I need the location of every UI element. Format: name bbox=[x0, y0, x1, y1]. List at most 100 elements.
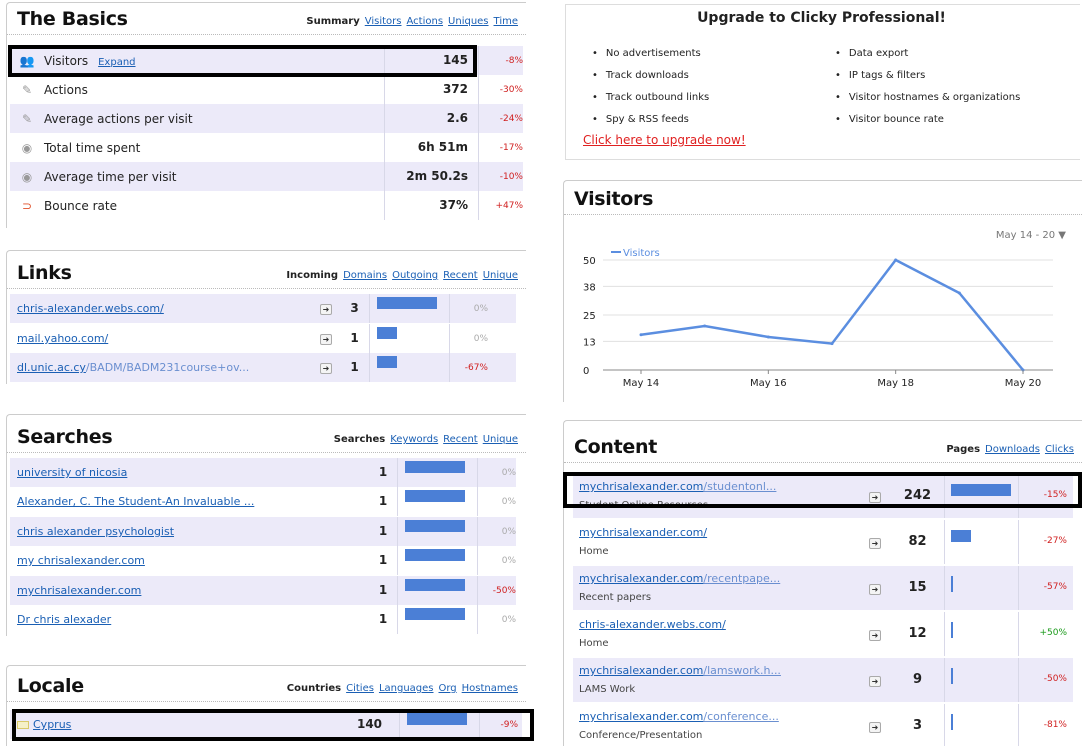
search-term[interactable]: Alexander, C. The Student-An Invaluable … bbox=[10, 495, 369, 508]
locale-header: Locale Countries Cities Languages Org Ho… bbox=[7, 666, 526, 702]
search-row[interactable]: Dr chris alexader 1 0% bbox=[10, 605, 516, 634]
go-arrow-icon[interactable]: ➜ bbox=[320, 302, 340, 315]
go-arrow-icon[interactable]: ➜ bbox=[869, 582, 881, 595]
locale-country[interactable]: Cyprus bbox=[10, 718, 340, 731]
content-domain[interactable]: mychrisalexander.com bbox=[579, 664, 703, 677]
content-url[interactable]: mychrisalexander.com/lamswork.h... bbox=[579, 664, 781, 677]
go-arrow-icon[interactable]: ➜ bbox=[320, 361, 340, 374]
content-domain[interactable]: mychrisalexander.com/ bbox=[579, 526, 707, 539]
content-title: Content bbox=[574, 436, 658, 458]
search-term[interactable]: university of nicosia bbox=[10, 466, 369, 479]
content-url[interactable]: mychrisalexander.com/recentpape... bbox=[579, 572, 780, 585]
content-separator bbox=[1018, 520, 1019, 564]
link-url[interactable]: mail.yahoo.com/ bbox=[10, 332, 320, 345]
search-term[interactable]: mychrisalexander.com bbox=[10, 584, 369, 597]
content-row[interactable]: mychrisalexander.com/recentpape... Recent… bbox=[573, 566, 1073, 610]
x-tick-label: May 18 bbox=[877, 378, 914, 389]
content-domain[interactable]: chris-alexander.webs.com/ bbox=[579, 618, 726, 631]
tab-languages[interactable]: Languages bbox=[379, 683, 434, 694]
content-url[interactable]: chris-alexander.webs.com/ bbox=[579, 618, 726, 631]
tab-pages[interactable]: Pages bbox=[946, 444, 980, 455]
upgrade-feature: Track outbound links bbox=[592, 92, 709, 103]
upgrade-link[interactable]: Click here to upgrade now! bbox=[583, 133, 746, 147]
content-url[interactable]: mychrisalexander.com/studentonl... bbox=[579, 480, 776, 493]
upgrade-feature: No advertisements bbox=[592, 48, 701, 59]
content-url[interactable]: mychrisalexander.com/conference... bbox=[579, 710, 779, 723]
tab-searches[interactable]: Searches bbox=[334, 434, 385, 445]
go-arrow-icon[interactable]: ➜ bbox=[869, 628, 881, 641]
tab-keywords[interactable]: Keywords bbox=[390, 434, 438, 445]
content-domain[interactable]: mychrisalexander.com bbox=[579, 480, 703, 493]
link-domain[interactable]: chris-alexander.webs.com/ bbox=[17, 302, 164, 315]
content-subtitle: Conference/Presentation bbox=[579, 730, 703, 741]
locale-row[interactable]: Cyprus 140 -9% bbox=[10, 710, 522, 739]
content-path[interactable]: /recentpape... bbox=[703, 572, 780, 585]
tab-org[interactable]: Org bbox=[439, 683, 457, 694]
tab-downloads[interactable]: Downloads bbox=[985, 444, 1040, 455]
content-bar bbox=[951, 668, 953, 684]
tab-uniques[interactable]: Uniques bbox=[448, 16, 488, 27]
tab-recent[interactable]: Recent bbox=[443, 270, 478, 281]
link-row[interactable]: mail.yahoo.com/ ➜ 1 0% bbox=[10, 324, 516, 353]
go-arrow-icon[interactable]: ➜ bbox=[869, 536, 881, 549]
search-row[interactable]: my chrisalexander.com 1 0% bbox=[10, 546, 516, 575]
search-count: 1 bbox=[369, 487, 399, 516]
basics-label: Bounce rate bbox=[44, 198, 117, 213]
link-path[interactable]: /BADM/BADM231course+ov... bbox=[86, 361, 249, 374]
links-header: Links Incoming Domains Outgoing Recent U… bbox=[7, 251, 526, 289]
content-domain[interactable]: mychrisalexander.com bbox=[579, 710, 703, 723]
basics-value: 145 bbox=[384, 46, 479, 75]
tab-outgoing[interactable]: Outgoing bbox=[392, 270, 438, 281]
search-row[interactable]: mychrisalexander.com 1 -50% bbox=[10, 576, 516, 605]
content-separator bbox=[1018, 566, 1019, 610]
tab-actions[interactable]: Actions bbox=[407, 16, 444, 27]
tab-countries[interactable]: Countries bbox=[287, 683, 341, 694]
tab-search-recent[interactable]: Recent bbox=[443, 434, 478, 445]
expand-link[interactable]: Expand bbox=[98, 57, 135, 68]
tab-domains[interactable]: Domains bbox=[343, 270, 387, 281]
tab-incoming[interactable]: Incoming bbox=[286, 270, 338, 281]
basics-change: -24% bbox=[499, 113, 523, 124]
go-arrow-icon[interactable]: ➜ bbox=[320, 332, 340, 345]
tab-summary[interactable]: Summary bbox=[306, 16, 359, 27]
link-row[interactable]: dl.unic.ac.cy/BADM/BADM231course+ov... ➜ 1… bbox=[10, 353, 516, 382]
search-term[interactable]: chris alexander psychologist bbox=[10, 525, 369, 538]
content-domain[interactable]: mychrisalexander.com bbox=[579, 572, 703, 585]
tab-time[interactable]: Time bbox=[494, 16, 518, 27]
tab-unique[interactable]: Unique bbox=[483, 270, 518, 281]
go-arrow-icon[interactable]: ➜ bbox=[869, 490, 881, 503]
content-row[interactable]: mychrisalexander.com/studentonl... Studen… bbox=[573, 474, 1073, 518]
tab-cities[interactable]: Cities bbox=[346, 683, 374, 694]
tab-clicks[interactable]: Clicks bbox=[1045, 444, 1074, 455]
content-change: -27% bbox=[1043, 536, 1067, 546]
tab-visitors[interactable]: Visitors bbox=[365, 16, 402, 27]
link-url[interactable]: dl.unic.ac.cy/BADM/BADM231course+ov... bbox=[10, 361, 320, 374]
tab-search-unique[interactable]: Unique bbox=[483, 434, 518, 445]
actions-icon: ✎ bbox=[21, 82, 33, 97]
content-row[interactable]: mychrisalexander.com/Home ➜ 82 -27% bbox=[573, 520, 1073, 564]
search-row[interactable]: university of nicosia 1 0% bbox=[10, 458, 516, 487]
upgrade-feature: IP tags & filters bbox=[835, 70, 925, 81]
content-path[interactable]: /studentonl... bbox=[703, 480, 776, 493]
link-row[interactable]: chris-alexander.webs.com/ ➜ 3 0% bbox=[10, 294, 516, 323]
content-path[interactable]: /conference... bbox=[703, 710, 778, 723]
tab-hostnames[interactable]: Hostnames bbox=[462, 683, 518, 694]
content-url[interactable]: mychrisalexander.com/ bbox=[579, 526, 707, 539]
content-row[interactable]: chris-alexander.webs.com/Home ➜ 12 +50% bbox=[573, 612, 1073, 656]
search-term[interactable]: my chrisalexander.com bbox=[10, 554, 369, 567]
link-domain[interactable]: mail.yahoo.com/ bbox=[17, 332, 108, 345]
content-row[interactable]: mychrisalexander.com/lamswork.h... LAMS W… bbox=[573, 658, 1073, 702]
data-point bbox=[703, 324, 707, 328]
basics-value: 2.6 bbox=[384, 104, 479, 133]
search-term[interactable]: Dr chris alexader bbox=[10, 613, 369, 626]
search-row[interactable]: Alexander, C. The Student-An Invaluable … bbox=[10, 487, 516, 516]
upgrade-title: Upgrade to Clicky Professional! bbox=[697, 10, 946, 26]
go-arrow-icon[interactable]: ➜ bbox=[869, 674, 881, 687]
link-url[interactable]: chris-alexander.webs.com/ bbox=[10, 302, 320, 315]
search-row[interactable]: chris alexander psychologist 1 0% bbox=[10, 517, 516, 546]
basics-change: -17% bbox=[499, 142, 523, 153]
content-path[interactable]: /lamswork.h... bbox=[703, 664, 781, 677]
content-row[interactable]: mychrisalexander.com/conference... Confer… bbox=[573, 704, 1073, 746]
go-arrow-icon[interactable]: ➜ bbox=[869, 720, 881, 733]
link-domain[interactable]: dl.unic.ac.cy bbox=[17, 361, 86, 374]
